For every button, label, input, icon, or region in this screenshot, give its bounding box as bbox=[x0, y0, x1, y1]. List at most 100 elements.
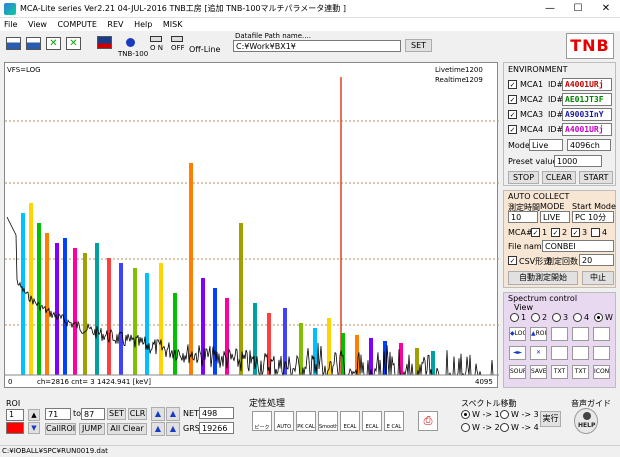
mca2-check[interactable]: ✓ bbox=[551, 228, 560, 237]
roi-expand-left-icon[interactable]: ▲ bbox=[151, 422, 165, 436]
qualitative-button-2[interactable]: AUTO bbox=[274, 411, 294, 431]
spectrum-control-button-12[interactable]: SAVE bbox=[530, 365, 547, 379]
mca-number-label: MCA# bbox=[508, 228, 533, 237]
move-w2-radio[interactable] bbox=[461, 423, 470, 432]
roi-from-input[interactable]: 71 bbox=[45, 408, 71, 420]
mca2-enable-check[interactable]: ✓ bbox=[508, 95, 517, 104]
datafile-path-input[interactable]: C:¥Work¥BX1¥ bbox=[233, 40, 401, 52]
roi-set-button[interactable]: SET bbox=[107, 408, 126, 420]
csv-check[interactable]: ✓ bbox=[508, 256, 517, 265]
stop-button[interactable]: STOP bbox=[508, 171, 539, 184]
mca1-enable-check[interactable]: ✓ bbox=[508, 80, 517, 89]
spectrum-control-button-5[interactable] bbox=[593, 327, 610, 341]
spectrum-control-button-13[interactable]: TXT bbox=[551, 365, 568, 379]
menu-view[interactable]: View bbox=[24, 18, 51, 31]
filename-input[interactable]: CONBEI bbox=[542, 240, 614, 252]
spectrum-control-button-11[interactable]: SOURCE bbox=[509, 365, 526, 379]
view-radio-1[interactable] bbox=[510, 313, 519, 322]
roi-down-button[interactable]: ▼ bbox=[28, 422, 40, 434]
spectrum-control-button-3[interactable] bbox=[551, 327, 568, 341]
open-folder-icon[interactable] bbox=[26, 37, 41, 50]
auto-start-button[interactable]: 自動測定開始 bbox=[508, 271, 578, 285]
tnb100-status-icon[interactable] bbox=[126, 38, 135, 47]
view-radio-w[interactable] bbox=[594, 313, 603, 322]
roi-shift-right-icon[interactable]: ▲ bbox=[166, 407, 180, 421]
spectrum-control-button-15[interactable]: ICON bbox=[593, 365, 610, 379]
spectrum-control-button-8[interactable] bbox=[551, 346, 568, 360]
roi-up-button[interactable]: ▲ bbox=[28, 409, 40, 421]
view-label-1: 1 bbox=[521, 313, 527, 322]
time-input[interactable]: 10 bbox=[508, 211, 538, 223]
menu-misk[interactable]: MISK bbox=[159, 18, 187, 31]
roi-number-input[interactable]: 1 bbox=[6, 409, 24, 421]
spectrum-x2-icon[interactable]: ✕ bbox=[66, 37, 81, 50]
mca4-check[interactable] bbox=[591, 228, 600, 237]
menu-file[interactable]: File bbox=[0, 18, 21, 31]
move-w1-radio[interactable] bbox=[461, 410, 470, 419]
qualitative-button-5[interactable]: ECAL bbox=[340, 411, 360, 431]
qualitative-button-4[interactable]: Smooth bbox=[318, 411, 338, 431]
roi-shift-left-icon[interactable]: ▲ bbox=[151, 407, 165, 421]
mca3-check[interactable]: ✓ bbox=[571, 228, 580, 237]
spectrum-control-button-1[interactable]: ◆LOG bbox=[509, 327, 526, 341]
on-button[interactable]: O N bbox=[150, 44, 163, 52]
all-clear-button[interactable]: All Clear bbox=[107, 423, 147, 435]
view-radio-4[interactable] bbox=[573, 313, 582, 322]
roi-color-swatch[interactable] bbox=[6, 422, 24, 434]
count-input[interactable]: 20 bbox=[579, 254, 614, 266]
view-radio-2[interactable] bbox=[531, 313, 540, 322]
spectrum-control-button-2[interactable]: ▲ROI bbox=[530, 327, 547, 341]
filename-label: File name bbox=[508, 242, 547, 251]
view-radio-3[interactable] bbox=[552, 313, 561, 322]
spectrum-control-button-7[interactable]: ✕ bbox=[530, 346, 547, 360]
roi-to-input[interactable]: 87 bbox=[81, 408, 105, 420]
roi-to-label: to bbox=[73, 409, 82, 418]
mode-select[interactable]: Live bbox=[529, 139, 563, 151]
callroi-button[interactable]: CallROI bbox=[45, 423, 76, 435]
move-w3-radio[interactable] bbox=[500, 410, 509, 419]
help-voice-icon[interactable]: HELP bbox=[574, 408, 598, 434]
channel-select[interactable]: 4096ch bbox=[567, 139, 611, 151]
qualitative-button-6[interactable]: ECAL bbox=[362, 411, 382, 431]
spectrum-control-button-14[interactable]: TXT bbox=[572, 365, 589, 379]
spectrum-plot[interactable]: VFS=LOG Livetime 1200 Realtime 1209 0 ch… bbox=[4, 62, 499, 388]
clear-button[interactable]: CLEAR bbox=[542, 171, 576, 184]
spectrum-control-button-6[interactable]: ◄► bbox=[509, 346, 526, 360]
move-w4-label: W -> 4 bbox=[511, 423, 539, 432]
spectrum-control-button-10[interactable] bbox=[593, 346, 610, 360]
print-icon[interactable]: ⎙ bbox=[418, 411, 438, 431]
qualitative-button-7[interactable]: E CAL bbox=[384, 411, 404, 431]
mca4-enable-check[interactable]: ✓ bbox=[508, 125, 517, 134]
open-file-icon[interactable] bbox=[6, 37, 21, 50]
start-mode-select[interactable]: PC 10分 bbox=[572, 211, 614, 223]
abort-button[interactable]: 中止 bbox=[582, 271, 614, 285]
minimize-button[interactable]: — bbox=[536, 0, 564, 18]
qualitative-button-1[interactable]: ピーク bbox=[252, 411, 272, 431]
device-icon[interactable] bbox=[97, 36, 112, 49]
off-button[interactable]: OFF bbox=[171, 44, 185, 52]
roi-expand-right-icon[interactable]: ▲ bbox=[166, 422, 180, 436]
start-button[interactable]: START bbox=[579, 171, 613, 184]
spectrum-control-button-9[interactable] bbox=[572, 346, 589, 360]
qualitative-button-3[interactable]: PK CAL bbox=[296, 411, 316, 431]
preset-input[interactable]: 1000 bbox=[554, 155, 602, 167]
mca3-enable-check[interactable]: ✓ bbox=[508, 110, 517, 119]
offline-label: Off-Line bbox=[189, 45, 221, 54]
move-run-button[interactable]: 実行 bbox=[540, 411, 561, 427]
realtime-value: 1209 bbox=[465, 76, 483, 84]
jump-button[interactable]: JUMP bbox=[79, 423, 105, 435]
menu-compute[interactable]: COMPUTE bbox=[53, 18, 100, 31]
maximize-button[interactable]: ☐ bbox=[564, 0, 592, 18]
move-w4-radio[interactable] bbox=[500, 423, 509, 432]
auto-mode-select[interactable]: LIVE bbox=[540, 211, 570, 223]
spectrum-control-button-4[interactable] bbox=[572, 327, 589, 341]
menu-rev[interactable]: REV bbox=[103, 18, 127, 31]
menu-help[interactable]: Help bbox=[130, 18, 156, 31]
on-switch-icon[interactable] bbox=[150, 36, 162, 42]
mca1-check[interactable]: ✓ bbox=[531, 228, 540, 237]
close-button[interactable]: ✕ bbox=[592, 0, 620, 18]
spectrum-x-icon[interactable]: ✕ bbox=[46, 37, 61, 50]
roi-clr-button[interactable]: CLR bbox=[128, 408, 147, 420]
datafile-set-button[interactable]: SET bbox=[405, 39, 432, 52]
off-switch-icon[interactable] bbox=[171, 36, 183, 42]
